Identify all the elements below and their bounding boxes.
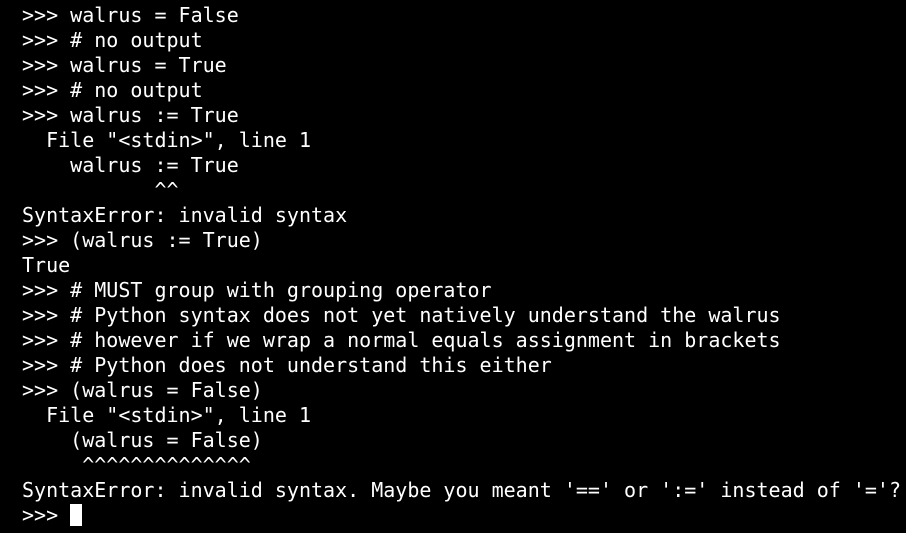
text-cursor[interactable] [70,504,83,526]
terminal-line: ^^^^^^^^^^^^^^ [22,453,251,477]
terminal-line: >>> walrus = True [22,53,227,77]
terminal-line: >>> walrus := True [22,103,239,127]
terminal-window[interactable]: >>> walrus = False >>> # no output >>> w… [0,0,906,533]
terminal-line: File "<stdin>", line 1 [22,403,311,427]
terminal-line: >>> # Python syntax does not yet nativel… [22,303,781,327]
terminal-line: SyntaxError: invalid syntax. Maybe you m… [22,478,901,502]
terminal-line: SyntaxError: invalid syntax [22,203,348,227]
terminal-line: >>> (walrus = False) [22,378,263,402]
terminal-input-line[interactable]: >>> [22,503,906,528]
terminal-line: >>> # MUST group with grouping operator [22,278,492,302]
terminal-line: >>> # no output [22,28,203,52]
terminal-line: True [22,253,71,277]
terminal-line: >>> (walrus := True) [22,228,263,252]
terminal-line: (walrus = False) [22,428,263,452]
terminal-line: >>> walrus = False [22,3,239,27]
terminal-line: File "<stdin>", line 1 [22,128,311,152]
terminal-line: >>> # no output [22,78,203,102]
terminal-line: ^^ [22,178,179,202]
terminal-prompt: >>> [22,503,71,527]
terminal-line: >>> # however if we wrap a normal equals… [22,328,781,352]
terminal-line: >>> # Python does not understand this ei… [22,353,552,377]
terminal-line: walrus := True [22,153,239,177]
